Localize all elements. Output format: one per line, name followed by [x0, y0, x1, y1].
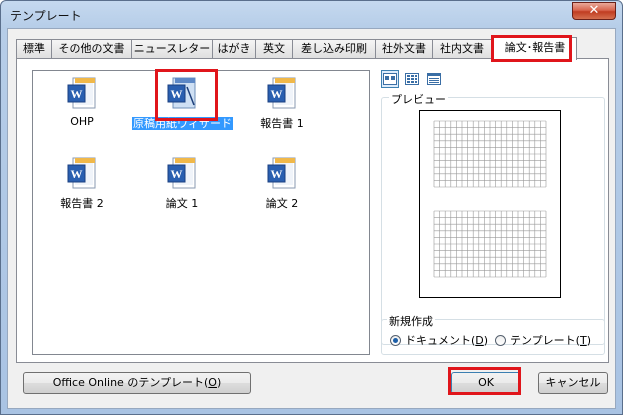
office-online-templates-button[interactable]: Office Online のテンプレート(O) — [23, 372, 251, 394]
template-label: 論文 2 — [265, 197, 299, 210]
template-label: 報告書 1 — [260, 117, 304, 130]
cancel-button[interactable]: キャンセル — [538, 372, 608, 394]
manuscript-grid-block — [433, 210, 547, 278]
template-item-ohp[interactable]: W OHP — [32, 77, 132, 137]
tab-external-documents[interactable]: 社外文書 — [375, 39, 433, 59]
tab-standard[interactable]: 標準 — [16, 39, 52, 59]
word-document-icon: W — [67, 157, 96, 189]
close-icon: ✕ — [588, 3, 600, 18]
word-document-icon: W — [167, 157, 196, 189]
details-view-button[interactable] — [425, 70, 443, 88]
template-label: 報告書 2 — [60, 197, 104, 210]
template-radio-paren: ) — [586, 334, 591, 347]
list-view-icon — [405, 73, 419, 85]
dialog-client-area: 標準 その他の文書 ニュースレター はがき 英文 差し込み印刷 社外文書 社内文… — [7, 28, 616, 409]
template-item-paper-1[interactable]: W 論文 1 — [132, 157, 232, 217]
template-radio[interactable]: テンプレート(T) — [495, 332, 591, 347]
template-item-report-2[interactable]: W 報告書 2 — [32, 157, 132, 217]
office-online-paren: ) — [216, 376, 222, 389]
manuscript-paper-preview — [433, 120, 547, 278]
document-radio-label: ドキュメント( — [405, 334, 476, 347]
radio-unchecked-icon — [495, 335, 506, 346]
template-label: OHP — [70, 115, 94, 128]
template-dialog: テンプレート ✕ 標準 その他の文書 ニュースレター はがき 英文 差し込み印刷… — [0, 0, 623, 415]
svg-text:W: W — [71, 167, 83, 181]
preview-image — [419, 110, 561, 298]
office-online-accesskey: O — [208, 376, 217, 389]
create-new-caption: 新規作成 — [387, 313, 435, 329]
office-online-label: Office Online のテンプレート( — [52, 376, 209, 389]
template-accesskey: T — [579, 334, 587, 347]
template-label: 論文 1 — [165, 197, 199, 210]
tab-english[interactable]: 英文 — [255, 39, 293, 59]
cancel-label: キャンセル — [545, 376, 601, 389]
tab-other-documents[interactable]: その他の文書 — [51, 39, 132, 59]
document-accesskey: D — [475, 334, 484, 347]
manuscript-grid-block — [433, 120, 547, 188]
details-view-icon — [427, 73, 441, 85]
large-icons-view-icon — [383, 73, 397, 85]
close-button[interactable]: ✕ — [572, 2, 616, 20]
large-icons-view-button[interactable] — [381, 70, 399, 88]
tab-panel: W OHP W 原稿用紙ウィザード W 報告書 1 W 報告書 2 W 論文 1… — [16, 58, 609, 363]
template-item-report-1[interactable]: W 報告書 1 — [232, 77, 332, 137]
radio-checked-icon — [390, 335, 401, 346]
word-wizard-icon: W — [167, 77, 196, 109]
word-document-icon: W — [267, 157, 296, 189]
svg-text:W: W — [71, 87, 83, 101]
word-document-icon: W — [267, 77, 296, 109]
tab-newsletter[interactable]: ニュースレター — [131, 39, 213, 59]
tab-postcard[interactable]: はがき — [212, 39, 256, 59]
template-item-manuscript-wizard[interactable]: W 原稿用紙ウィザード — [132, 77, 233, 137]
template-label: 原稿用紙ウィザード — [132, 117, 233, 130]
template-list[interactable]: W OHP W 原稿用紙ウィザード W 報告書 1 W 報告書 2 W 論文 1… — [32, 70, 370, 355]
tab-papers-reports[interactable]: 論文･報告書 — [493, 37, 577, 60]
document-radio[interactable]: ドキュメント(D) — [390, 332, 489, 347]
document-radio-paren: ) — [483, 334, 489, 347]
svg-text:W: W — [271, 167, 283, 181]
template-item-paper-2[interactable]: W 論文 2 — [232, 157, 332, 217]
preview-caption: プレビュー — [389, 91, 448, 107]
svg-text:W: W — [171, 87, 183, 101]
svg-text:W: W — [171, 167, 183, 181]
window-title: テンプレート — [10, 9, 82, 23]
template-radio-label: テンプレート( — [510, 334, 580, 347]
list-view-button[interactable] — [403, 70, 421, 88]
tab-mail-merge[interactable]: 差し込み印刷 — [292, 39, 376, 59]
ok-button[interactable]: OK — [451, 372, 521, 394]
ok-label: OK — [478, 376, 494, 389]
svg-text:W: W — [271, 87, 283, 101]
title-bar[interactable]: テンプレート ✕ — [1, 1, 622, 28]
word-document-icon: W — [67, 77, 96, 109]
tab-internal-documents[interactable]: 社内文書 — [432, 39, 492, 59]
